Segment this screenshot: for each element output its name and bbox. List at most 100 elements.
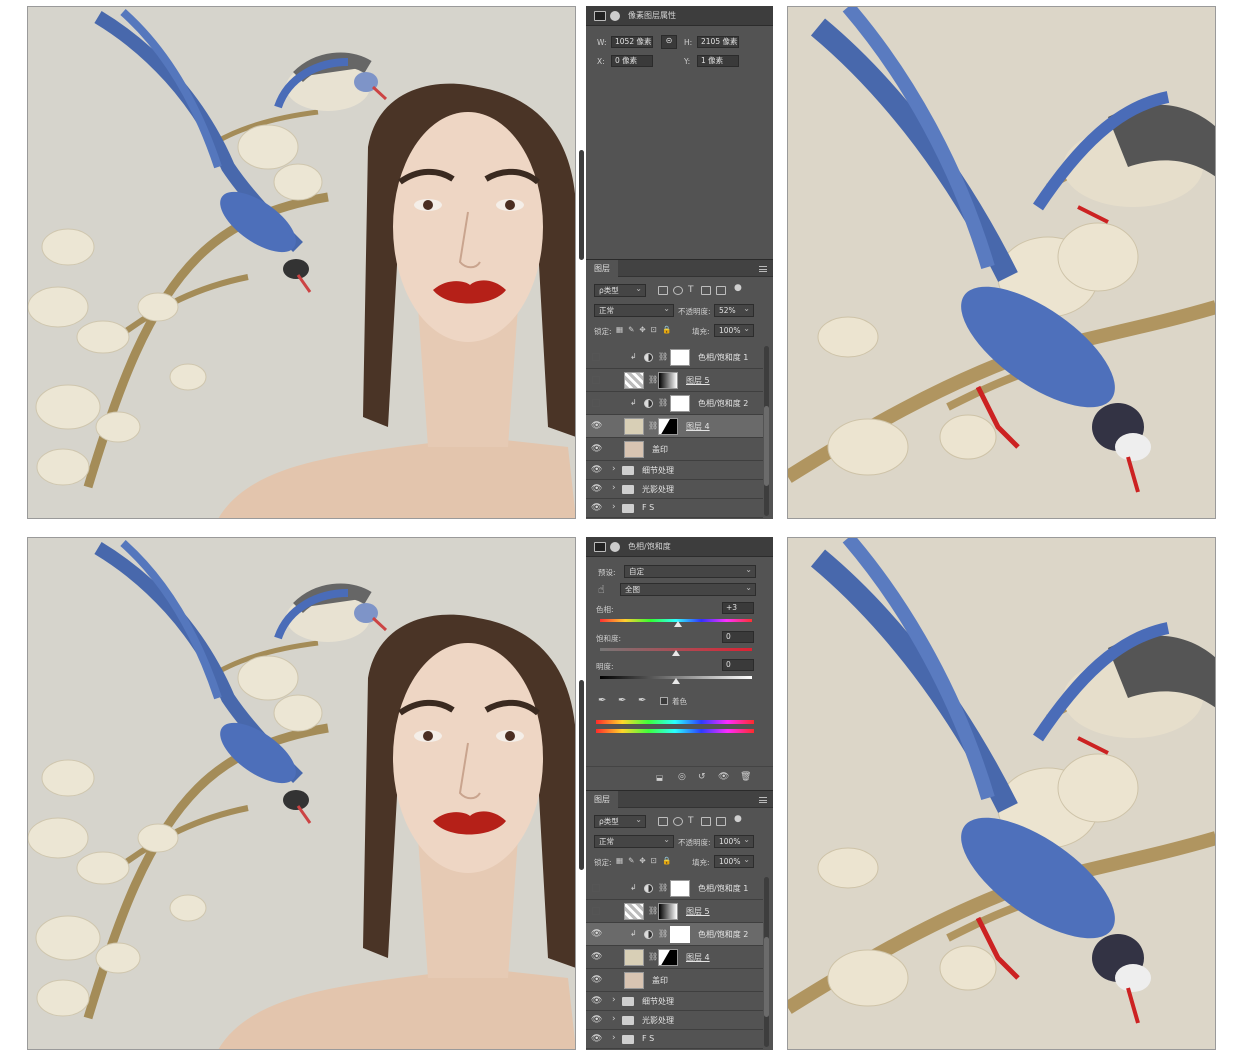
layer-name[interactable]: 细节处理 xyxy=(642,465,674,476)
layers-scrollbar-thumb[interactable] xyxy=(764,937,769,1017)
lock-icons[interactable]: ▦✎✥⊡🔒 xyxy=(616,856,676,865)
lock-icons[interactable]: ▦✎✥⊡🔒 xyxy=(616,325,676,334)
layer-name[interactable]: 图层 4 xyxy=(686,952,710,963)
eye-icon[interactable]: 👁 xyxy=(591,421,602,432)
layer-name[interactable]: 光影处理 xyxy=(642,484,674,495)
link-dimensions-button[interactable]: ⊝ xyxy=(661,35,677,49)
blend-mode-dropdown[interactable]: 正常 xyxy=(594,834,674,848)
expand-chevron-icon[interactable]: › xyxy=(612,464,616,474)
clip-to-layer-icon[interactable]: ⬓ xyxy=(656,773,663,782)
filter-toggle-icon[interactable]: ● xyxy=(734,814,742,824)
top-zoom-canvas[interactable] xyxy=(787,6,1216,519)
layer-thumbnail[interactable] xyxy=(624,418,644,435)
eye-icon[interactable]: 👁 xyxy=(591,503,602,514)
filter-adjustment-icon[interactable] xyxy=(673,286,683,295)
delete-icon[interactable]: 🗑 xyxy=(740,772,751,782)
visibility-toggle[interactable] xyxy=(592,353,600,361)
layer-mask-thumbnail[interactable] xyxy=(658,372,678,389)
layer-row[interactable]: ⛓ 图层 5 xyxy=(586,369,763,392)
filter-type-icon[interactable]: T xyxy=(688,816,694,826)
layer-row[interactable]: ↲ ⛓ 色相/饱和度 1 xyxy=(586,346,763,369)
properties-scrollbar[interactable] xyxy=(579,150,584,260)
eye-icon[interactable]: 👁 xyxy=(591,1034,602,1045)
toggle-visibility-icon[interactable]: 👁 xyxy=(718,772,729,782)
preset-dropdown[interactable]: 自定 xyxy=(624,564,756,578)
layer-mask-thumbnail[interactable] xyxy=(658,418,678,435)
saturation-slider-thumb[interactable] xyxy=(672,650,680,656)
filter-type-icon[interactable]: T xyxy=(688,285,694,295)
layer-row[interactable]: ↲ ⛓ 色相/饱和度 1 xyxy=(586,877,763,900)
bottom-document-canvas[interactable] xyxy=(27,537,576,1050)
x-field[interactable]: 0 像素 xyxy=(611,55,653,67)
layer-row[interactable]: 👁 盖印 xyxy=(586,438,763,461)
layer-name[interactable]: 图层 4 xyxy=(686,421,710,432)
layer-row[interactable]: 👁 ⛓ 图层 4 xyxy=(586,946,763,969)
eye-icon[interactable]: 👁 xyxy=(591,975,602,986)
lightness-slider-thumb[interactable] xyxy=(672,678,680,684)
layer-name[interactable]: F S xyxy=(642,503,654,512)
fill-field[interactable]: 100% xyxy=(714,323,754,337)
expand-chevron-icon[interactable]: › xyxy=(612,1033,616,1043)
layer-group-row[interactable]: 👁 › F S xyxy=(586,1030,763,1049)
blend-mode-dropdown[interactable]: 正常 xyxy=(594,303,674,317)
filter-pixel-icon[interactable] xyxy=(658,817,668,826)
layer-thumbnail[interactable] xyxy=(624,949,644,966)
mask-icon[interactable] xyxy=(610,10,620,21)
panel-menu-icon[interactable] xyxy=(759,797,767,803)
layer-mask-thumbnail[interactable] xyxy=(670,395,690,412)
layer-mask-thumbnail[interactable] xyxy=(670,349,690,366)
properties-scrollbar[interactable] xyxy=(579,680,584,870)
layer-group-row[interactable]: 👁 › 细节处理 xyxy=(586,992,763,1011)
eyedropper-minus-icon[interactable]: ✒ xyxy=(638,695,646,706)
visibility-toggle[interactable] xyxy=(592,884,600,892)
target-hand-icon[interactable]: ☝ xyxy=(598,583,605,596)
bottom-zoom-canvas[interactable] xyxy=(787,537,1216,1050)
layer-name[interactable]: 色相/饱和度 1 xyxy=(698,352,748,363)
layer-mask-thumbnail[interactable] xyxy=(670,926,690,943)
layer-row-selected[interactable]: 👁 ⛓ 图层 4 xyxy=(586,415,763,438)
layer-row[interactable]: ↲ ⛓ 色相/饱和度 2 xyxy=(586,392,763,415)
panel-menu-icon[interactable] xyxy=(759,266,767,272)
hue-slider-thumb[interactable] xyxy=(674,621,682,627)
colorize-checkbox[interactable] xyxy=(660,697,668,705)
layer-mask-thumbnail[interactable] xyxy=(670,880,690,897)
layer-group-row[interactable]: 👁 › 光影处理 xyxy=(586,480,763,499)
filter-smart-object-icon[interactable] xyxy=(716,286,726,295)
reset-icon[interactable]: ↺ xyxy=(698,772,706,782)
layers-scrollbar[interactable] xyxy=(764,877,769,1047)
visibility-toggle[interactable] xyxy=(592,399,600,407)
eye-icon[interactable]: 👁 xyxy=(591,996,602,1007)
layer-thumbnail[interactable] xyxy=(624,441,644,458)
opacity-field[interactable]: 52% xyxy=(714,303,754,317)
view-previous-icon[interactable]: ◎ xyxy=(678,772,686,782)
layer-filter-dropdown[interactable]: ρ类型 xyxy=(594,283,646,297)
expand-chevron-icon[interactable]: › xyxy=(612,1014,616,1024)
eye-icon[interactable]: 👁 xyxy=(591,952,602,963)
eye-icon[interactable]: 👁 xyxy=(591,929,602,940)
layer-mask-thumbnail[interactable] xyxy=(658,949,678,966)
filter-shape-icon[interactable] xyxy=(701,817,711,826)
top-document-canvas[interactable] xyxy=(27,6,576,519)
expand-chevron-icon[interactable]: › xyxy=(612,483,616,493)
eyedropper-plus-icon[interactable]: ✒ xyxy=(618,695,626,706)
height-field[interactable]: 2105 像素 xyxy=(697,36,739,48)
layer-group-row[interactable]: 👁 › F S xyxy=(586,499,763,518)
visibility-toggle[interactable] xyxy=(592,907,600,915)
layer-group-row[interactable]: 👁 › 细节处理 xyxy=(586,461,763,480)
layers-scrollbar[interactable] xyxy=(764,346,769,516)
layer-row-selected[interactable]: 👁 ↲ ⛓ 色相/饱和度 2 xyxy=(586,923,763,946)
layer-name[interactable]: 图层 5 xyxy=(686,906,710,917)
eye-icon[interactable]: 👁 xyxy=(591,465,602,476)
channel-dropdown[interactable]: 全图 xyxy=(620,582,756,596)
layer-name[interactable]: 色相/饱和度 2 xyxy=(698,398,748,409)
layer-row[interactable]: ⛓ 图层 5 xyxy=(586,900,763,923)
layer-name[interactable]: 盖印 xyxy=(652,975,668,986)
fill-field[interactable]: 100% xyxy=(714,854,754,868)
layer-row[interactable]: 👁 盖印 xyxy=(586,969,763,992)
lightness-field[interactable]: 0 xyxy=(722,659,754,671)
layer-name[interactable]: 图层 5 xyxy=(686,375,710,386)
layer-name[interactable]: 光影处理 xyxy=(642,1015,674,1026)
hue-field[interactable]: +3 xyxy=(722,602,754,614)
layer-name[interactable]: 色相/饱和度 2 xyxy=(698,929,748,940)
filter-shape-icon[interactable] xyxy=(701,286,711,295)
